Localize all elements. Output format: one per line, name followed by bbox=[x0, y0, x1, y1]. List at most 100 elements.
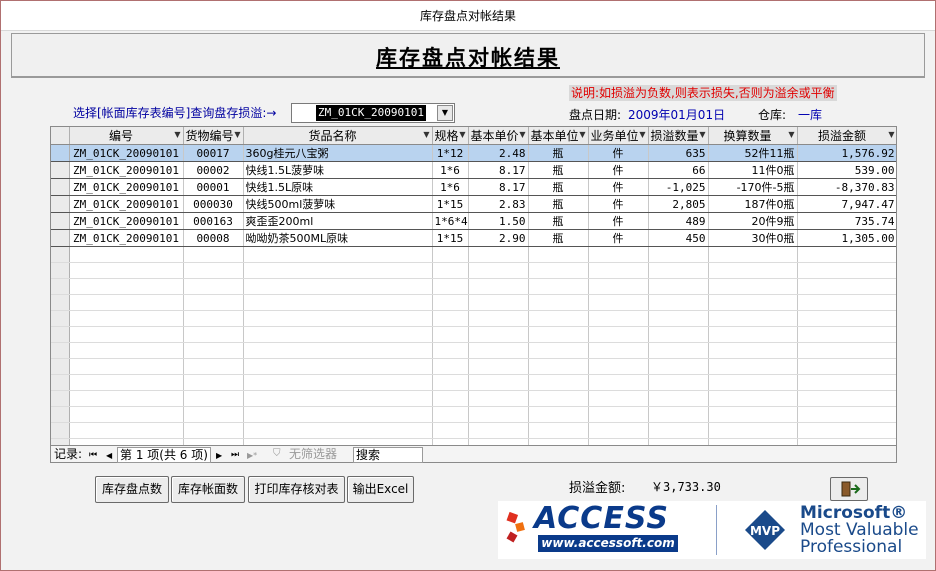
table-cell[interactable]: -170件-5瓶 bbox=[708, 178, 798, 196]
table-cell[interactable]: 66 bbox=[648, 161, 709, 179]
table-cell[interactable]: 呦呦奶茶500ML原味 bbox=[243, 229, 433, 247]
combo-value[interactable]: ZM_01CK_20090101 bbox=[316, 105, 426, 121]
empty-cell bbox=[708, 326, 798, 343]
table-cell[interactable]: 52件11瓶 bbox=[708, 144, 798, 162]
column-header[interactable]: 业务单位 ▼ bbox=[588, 127, 649, 145]
table-cell[interactable]: 件 bbox=[588, 229, 649, 247]
column-header[interactable]: 换算数量 ▼ bbox=[708, 127, 798, 145]
table-cell[interactable]: 件 bbox=[588, 144, 649, 162]
table-row[interactable]: ZM_01CK_20090101 00008 呦呦奶茶500ML原味 1*15 2.90… bbox=[51, 229, 896, 247]
column-header[interactable]: 货物编号 ▼ bbox=[183, 127, 244, 145]
table-cell[interactable]: -1,025 bbox=[648, 178, 709, 196]
export-excel-button[interactable]: 输出Excel bbox=[347, 476, 414, 503]
table-cell[interactable]: 735.74 bbox=[797, 212, 896, 230]
table-cell[interactable]: 20件9瓶 bbox=[708, 212, 798, 230]
table-cell[interactable]: 1*6 bbox=[432, 178, 469, 196]
table-cell[interactable]: 00017 bbox=[183, 144, 244, 162]
table-cell[interactable]: 1*12 bbox=[432, 144, 469, 162]
table-cell[interactable]: 瓶 bbox=[528, 195, 589, 213]
table-cell[interactable]: 爽歪歪200ml bbox=[243, 212, 433, 230]
first-record-icon[interactable]: ⏮ bbox=[89, 448, 97, 462]
table-cell[interactable]: 635 bbox=[648, 144, 709, 162]
row-selector[interactable] bbox=[51, 229, 70, 247]
row-selector[interactable] bbox=[51, 161, 70, 179]
row-selector[interactable] bbox=[51, 195, 70, 213]
table-cell[interactable]: 539.00 bbox=[797, 161, 896, 179]
table-cell[interactable]: 瓶 bbox=[528, 178, 589, 196]
prev-record-icon[interactable]: ◀ bbox=[106, 449, 112, 463]
table-cell[interactable]: 2.83 bbox=[468, 195, 529, 213]
table-cell[interactable]: ZM_01CK_20090101 bbox=[69, 195, 184, 213]
table-cell[interactable]: 30件0瓶 bbox=[708, 229, 798, 247]
column-header[interactable]: 损溢金额 ▼ bbox=[797, 127, 896, 145]
row-selector[interactable] bbox=[51, 178, 70, 196]
table-cell[interactable]: ZM_01CK_20090101 bbox=[69, 178, 184, 196]
table-cell[interactable]: 2,805 bbox=[648, 195, 709, 213]
table-cell[interactable]: 000163 bbox=[183, 212, 244, 230]
search-input[interactable]: 搜索 bbox=[353, 447, 423, 463]
table-row[interactable]: ZM_01CK_20090101 00017 360g桂元八宝粥 1*12 2.48 瓶件… bbox=[51, 144, 896, 162]
table-cell[interactable]: 1*6 bbox=[432, 161, 469, 179]
table-cell[interactable]: 件 bbox=[588, 178, 649, 196]
table-cell[interactable]: ZM_01CK_20090101 bbox=[69, 144, 184, 162]
table-cell[interactable]: 1,305.00 bbox=[797, 229, 896, 247]
column-header[interactable]: 基本单价 ▼ bbox=[468, 127, 529, 145]
table-cell[interactable]: 360g桂元八宝粥 bbox=[243, 144, 433, 162]
table-cell[interactable]: 瓶 bbox=[528, 161, 589, 179]
table-cell[interactable]: 件 bbox=[588, 212, 649, 230]
filter-status[interactable]: 无筛选器 bbox=[289, 447, 337, 461]
table-cell[interactable]: -8,370.83 bbox=[797, 178, 896, 196]
table-cell[interactable]: 件 bbox=[588, 195, 649, 213]
chevron-down-icon[interactable]: ▼ bbox=[437, 105, 453, 121]
column-header[interactable]: 规格 ▼ bbox=[432, 127, 469, 145]
table-cell[interactable]: ZM_01CK_20090101 bbox=[69, 161, 184, 179]
table-cell[interactable]: 2.48 bbox=[468, 144, 529, 162]
table-cell[interactable]: 1*15 bbox=[432, 195, 469, 213]
table-cell[interactable]: 1,576.92 bbox=[797, 144, 896, 162]
table-cell[interactable]: 2.90 bbox=[468, 229, 529, 247]
table-row[interactable]: ZM_01CK_20090101 000030 快线500ml菠萝味 1*15 2.83… bbox=[51, 195, 896, 213]
inventory-number-combo[interactable]: ZM_01CK_20090101 ▼ bbox=[291, 103, 455, 123]
column-header[interactable]: 编号 ▼ bbox=[69, 127, 184, 145]
select-all-corner[interactable] bbox=[51, 127, 70, 145]
table-cell[interactable]: 件 bbox=[588, 161, 649, 179]
table-cell[interactable]: ZM_01CK_20090101 bbox=[69, 212, 184, 230]
table-cell[interactable]: 00001 bbox=[183, 178, 244, 196]
next-record-icon[interactable]: ▶ bbox=[216, 449, 222, 463]
column-header[interactable]: 货品名称 ▼ bbox=[243, 127, 433, 145]
table-cell[interactable]: 000030 bbox=[183, 195, 244, 213]
empty-cell bbox=[69, 342, 184, 359]
table-cell[interactable]: 489 bbox=[648, 212, 709, 230]
table-row[interactable]: ZM_01CK_20090101 00001 快线1.5L原味 1*6 8.17 瓶件 -1… bbox=[51, 178, 896, 196]
table-cell[interactable]: 8.17 bbox=[468, 178, 529, 196]
table-cell[interactable]: 187件0瓶 bbox=[708, 195, 798, 213]
stock-book-button[interactable]: 库存帐面数 bbox=[171, 476, 245, 503]
table-cell[interactable]: 1.50 bbox=[468, 212, 529, 230]
column-header[interactable]: 基本单位 ▼ bbox=[528, 127, 589, 145]
print-report-button[interactable]: 打印库存核对表 bbox=[248, 476, 345, 503]
table-cell[interactable]: 8.17 bbox=[468, 161, 529, 179]
table-cell[interactable]: 快线1.5L菠萝味 bbox=[243, 161, 433, 179]
stock-count-button[interactable]: 库存盘点数 bbox=[95, 476, 169, 503]
table-row[interactable]: ZM_01CK_20090101 00002 快线1.5L菠萝味 1*6 8.17 瓶件 6… bbox=[51, 161, 896, 179]
table-row[interactable]: ZM_01CK_20090101 000163 爽歪歪200ml 1*6*4 1.50 瓶… bbox=[51, 212, 896, 230]
table-cell[interactable]: 快线1.5L原味 bbox=[243, 178, 433, 196]
table-cell[interactable]: ZM_01CK_20090101 bbox=[69, 229, 184, 247]
table-cell[interactable]: 瓶 bbox=[528, 229, 589, 247]
last-record-icon[interactable]: ⏭ bbox=[231, 448, 239, 462]
row-selector[interactable] bbox=[51, 144, 70, 162]
table-cell[interactable]: 快线500ml菠萝味 bbox=[243, 195, 433, 213]
table-cell[interactable]: 11件0瓶 bbox=[708, 161, 798, 179]
table-cell[interactable]: 1*15 bbox=[432, 229, 469, 247]
table-cell[interactable]: 瓶 bbox=[528, 144, 589, 162]
row-selector[interactable] bbox=[51, 212, 70, 230]
column-header[interactable]: 损溢数量 ▼ bbox=[648, 127, 709, 145]
table-cell[interactable]: 00008 bbox=[183, 229, 244, 247]
table-cell[interactable]: 7,947.47 bbox=[797, 195, 896, 213]
table-cell[interactable]: 00002 bbox=[183, 161, 244, 179]
current-record-field[interactable]: 第 1 项(共 6 项) bbox=[117, 447, 211, 463]
table-cell[interactable]: 瓶 bbox=[528, 212, 589, 230]
table-cell[interactable]: 450 bbox=[648, 229, 709, 247]
table-cell[interactable]: 1*6*4 bbox=[432, 212, 469, 230]
exit-button[interactable] bbox=[830, 477, 868, 501]
